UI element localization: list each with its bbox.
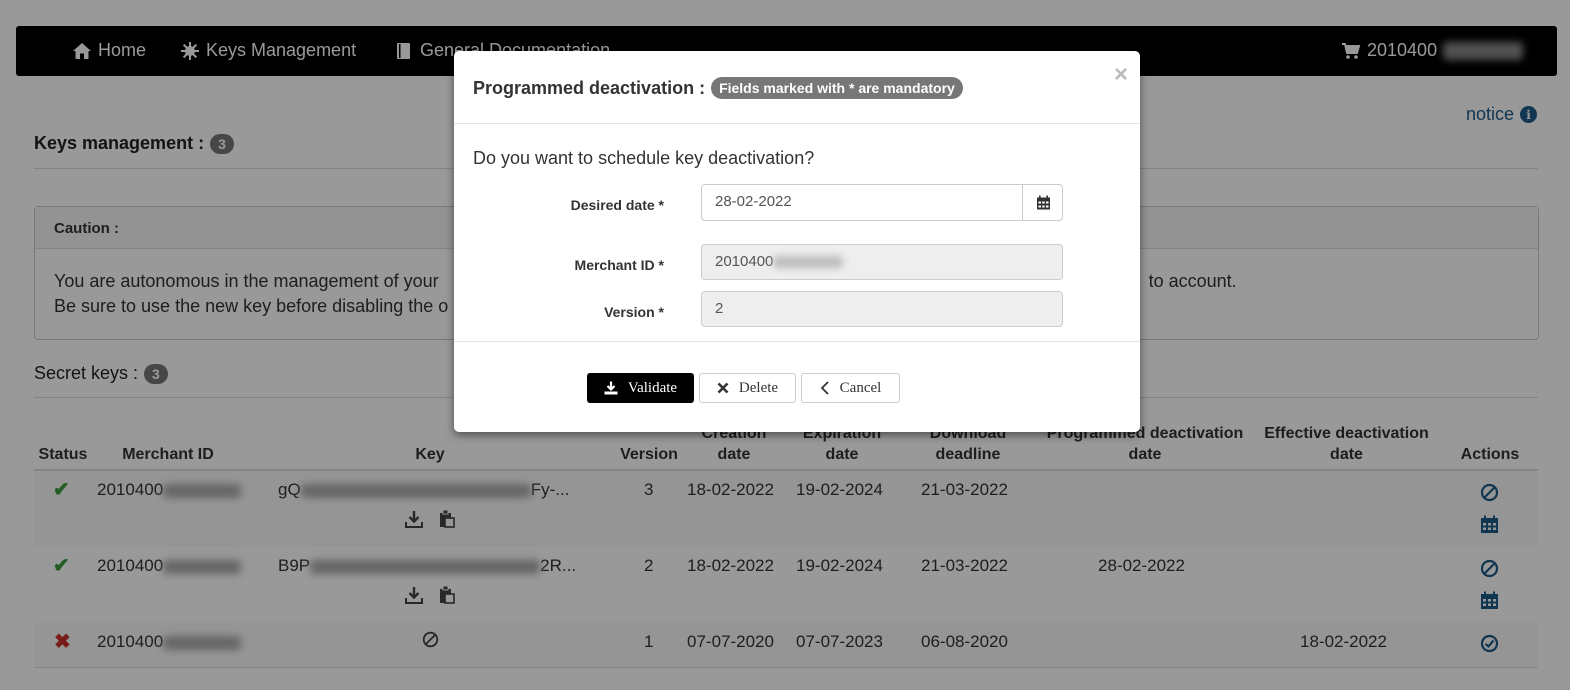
chevron-left-icon bbox=[820, 381, 829, 395]
cancel-button[interactable]: Cancel bbox=[801, 373, 900, 403]
delete-button[interactable]: Delete bbox=[699, 373, 796, 403]
date-picker-button[interactable] bbox=[1022, 184, 1063, 221]
desired-date-label: Desired date * bbox=[570, 197, 664, 213]
merchant-id-value: 2010400 bbox=[715, 253, 774, 270]
close-icon[interactable]: × bbox=[1114, 61, 1128, 89]
download-icon bbox=[604, 381, 618, 395]
desired-date-input[interactable]: 28-02-2022 bbox=[701, 184, 1063, 221]
merchant-id-label: Merchant ID * bbox=[574, 257, 664, 273]
modal-title: Programmed deactivation : Fields marked … bbox=[473, 77, 963, 99]
cancel-label: Cancel bbox=[839, 379, 882, 396]
modal-title-text: Programmed deactivation : bbox=[473, 77, 706, 98]
validate-button[interactable]: Validate bbox=[587, 373, 694, 403]
version-label: Version * bbox=[604, 304, 664, 320]
validate-label: Validate bbox=[627, 379, 678, 396]
calendar-icon bbox=[1036, 195, 1050, 210]
close-icon bbox=[717, 382, 729, 394]
modal-question: Do you want to schedule key deactivation… bbox=[473, 148, 815, 168]
modal-header-divider bbox=[454, 123, 1140, 124]
redacted-blur bbox=[773, 256, 844, 269]
merchant-id-field: 2010400 bbox=[701, 244, 1063, 280]
programmed-deactivation-modal: Programmed deactivation : Fields marked … bbox=[454, 51, 1140, 432]
delete-label: Delete bbox=[738, 379, 779, 396]
version-field: 2 bbox=[701, 291, 1063, 327]
mandatory-fields-badge: Fields marked with * are mandatory bbox=[711, 77, 963, 99]
modal-footer-divider bbox=[454, 341, 1140, 342]
